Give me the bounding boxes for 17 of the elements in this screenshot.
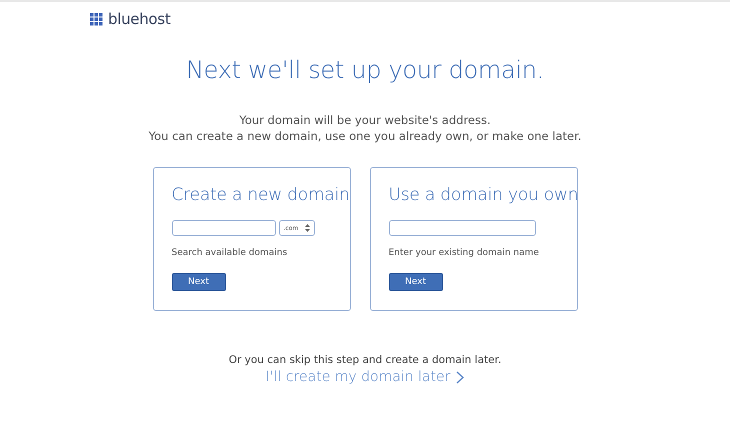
logo-text: bluehost (108, 10, 170, 28)
domain-input-field[interactable] (388, 220, 536, 236)
next-button[interactable]: Next (388, 273, 442, 291)
domain-input-field[interactable] (172, 220, 276, 236)
updown-icon (304, 224, 310, 232)
intro-text: You can create a new domain, use one you already own, or make one later. (148, 128, 582, 144)
card-heading: Use a domain you own (388, 185, 576, 205)
field-hint: Search available domains (172, 248, 288, 258)
intro-text: Your domain will be your website's address. (238, 112, 492, 128)
card-heading: Create a new domain (172, 185, 350, 205)
next-button[interactable]: Next (172, 273, 226, 291)
chevron-right-icon (456, 370, 464, 384)
page-title: Next we'll set up your domain. (185, 56, 545, 84)
field-hint: Enter your existing domain name (388, 248, 540, 258)
skip-text: Or you can skip this step and create a domain later. (228, 354, 502, 366)
create-later-link[interactable]: I'll create my domain later (266, 369, 450, 385)
logo-grid-icon (90, 12, 103, 26)
